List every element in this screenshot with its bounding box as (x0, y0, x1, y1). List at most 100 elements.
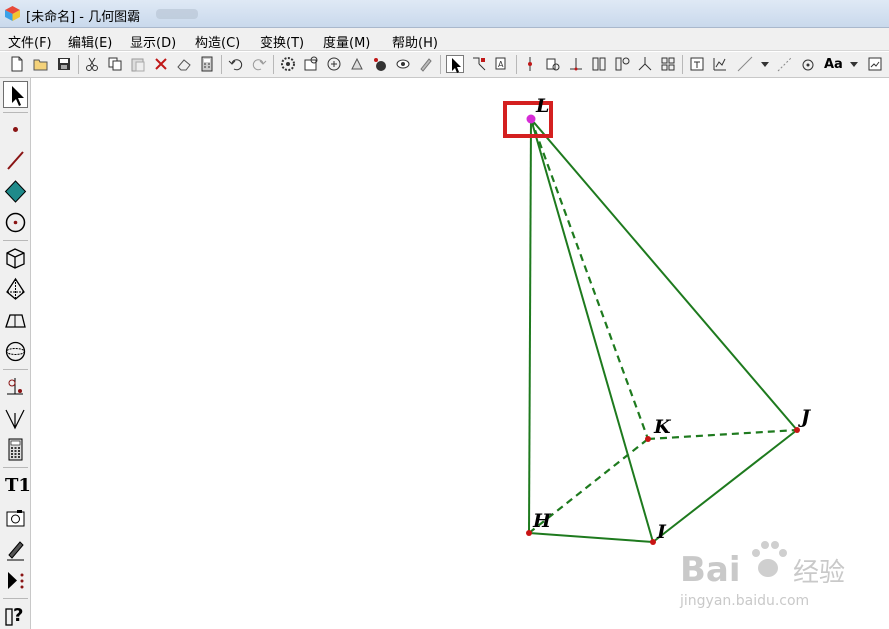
open-file-icon[interactable] (32, 55, 50, 73)
rotate-select-icon[interactable] (470, 55, 488, 73)
pyramid-tool[interactable] (3, 276, 28, 303)
camera-tool[interactable] (3, 505, 28, 532)
transform-tool[interactable] (3, 374, 28, 401)
point-l[interactable] (526, 114, 536, 124)
chevron-down-icon[interactable] (845, 55, 863, 73)
toolbar-separator (516, 55, 517, 74)
style-brush-icon[interactable] (417, 55, 435, 73)
menu-display[interactable]: 显示(D) (130, 32, 176, 51)
edge-lj (530, 118, 798, 431)
chevron-down-icon[interactable] (756, 55, 774, 73)
toolbox-separator (3, 598, 28, 599)
hide-icon[interactable] (394, 55, 412, 73)
color-icon[interactable] (776, 55, 794, 73)
segment-tool-icon (7, 151, 24, 170)
delete-icon[interactable] (152, 55, 170, 73)
new-file-icon[interactable] (8, 55, 26, 73)
segment-tool[interactable] (3, 147, 28, 174)
animation-tool[interactable] (3, 567, 28, 594)
redo-icon[interactable] (250, 55, 268, 73)
point-h[interactable] (526, 530, 532, 536)
select-arrow-tool[interactable] (3, 81, 28, 108)
toolbar-separator (221, 55, 222, 74)
trace-icon[interactable] (348, 55, 366, 73)
edge-lh (528, 118, 532, 534)
point-j[interactable] (794, 427, 800, 433)
coordinate-icon[interactable] (636, 55, 654, 73)
camera-tool-icon (6, 510, 25, 527)
calculator-icon[interactable] (198, 55, 216, 73)
point-on-object-icon[interactable] (371, 55, 389, 73)
text-icon[interactable] (688, 55, 706, 73)
watermark-brand-cn: 经验 (793, 558, 845, 588)
select-arrow-icon[interactable] (446, 55, 464, 73)
bisector-icon[interactable] (613, 55, 631, 73)
point-k[interactable] (645, 436, 651, 442)
save-icon[interactable] (55, 55, 73, 73)
undo-icon[interactable] (227, 55, 245, 73)
menu-measure[interactable]: 度量(M) (323, 32, 370, 51)
window-title: [未命名] - 几何图霸 (26, 10, 141, 25)
drawing-canvas[interactable]: L K J H I Bai 经验 jingyan.baidu.com (32, 78, 889, 629)
prism-tool[interactable] (3, 307, 28, 334)
cube-tool-icon (6, 248, 25, 269)
label-j[interactable]: J (798, 406, 812, 428)
function-tool[interactable] (3, 405, 28, 432)
eraser-icon[interactable] (175, 55, 193, 73)
circle-tool-icon (5, 212, 26, 233)
help-tool-label: ? (13, 605, 24, 626)
fit-icon[interactable] (866, 55, 884, 73)
fill-icon[interactable] (799, 55, 817, 73)
label-i[interactable]: I (656, 521, 667, 543)
settings-icon[interactable] (279, 55, 297, 73)
perpendicular-icon[interactable] (567, 55, 585, 73)
toolbox-separator (3, 112, 28, 113)
svg-text:A: A (498, 60, 504, 69)
menu-transform[interactable]: 变换(T) (260, 32, 304, 51)
point-tool-icon (13, 127, 18, 132)
line-style-icon[interactable] (736, 55, 754, 73)
paste-icon[interactable] (129, 55, 147, 73)
properties-icon[interactable] (302, 55, 320, 73)
circle-tool[interactable] (3, 209, 28, 236)
prism-tool-icon (5, 314, 26, 328)
label-h[interactable]: H (532, 510, 552, 532)
cut-icon[interactable] (83, 55, 101, 73)
point-tool[interactable] (3, 116, 28, 143)
cube-tool[interactable] (3, 245, 28, 272)
toolbar-separator (682, 55, 683, 74)
midpoint-icon[interactable] (521, 55, 539, 73)
animate-icon[interactable] (325, 55, 343, 73)
pen-tool[interactable] (3, 536, 28, 563)
pyramid-figure: L K J H I Bai 经验 jingyan.baidu.com (503, 95, 845, 609)
copy-icon[interactable] (106, 55, 124, 73)
baidu-watermark: Bai 经验 jingyan.baidu.com (679, 541, 845, 609)
menu-help[interactable]: 帮助(H) (392, 32, 438, 51)
sphere-tool[interactable] (3, 338, 28, 365)
graph-icon[interactable] (711, 55, 729, 73)
edge-li (530, 118, 654, 543)
polygon-tool-icon (4, 180, 27, 203)
edge-lk-hidden (529, 118, 650, 440)
title-bar: [未命名] - 几何图霸 (0, 0, 889, 28)
intersection-icon[interactable] (544, 55, 562, 73)
grid-icon[interactable] (659, 55, 677, 73)
menu-edit[interactable]: 编辑(E) (68, 32, 112, 51)
menu-file[interactable]: 文件(F) (8, 32, 52, 51)
menu-construct[interactable]: 构造(C) (195, 32, 240, 51)
toolbar-separator (273, 55, 274, 74)
label-k[interactable]: K (653, 416, 672, 438)
text-tool[interactable]: T1 (3, 474, 31, 501)
point-i[interactable] (650, 539, 656, 545)
calculator-tool[interactable] (3, 436, 28, 463)
label-l[interactable]: L (535, 95, 549, 117)
toolbox: T1 ? (0, 78, 31, 629)
text-style-button[interactable]: Aa (824, 57, 843, 72)
polygon-tool[interactable] (3, 178, 28, 205)
help-tool[interactable]: ? (3, 602, 28, 629)
label-icon[interactable]: A (493, 55, 511, 73)
watermark-url: jingyan.baidu.com (679, 593, 809, 609)
animation-tool-icon (8, 572, 24, 589)
parallel-icon[interactable] (590, 55, 608, 73)
toolbox-separator (3, 467, 28, 468)
